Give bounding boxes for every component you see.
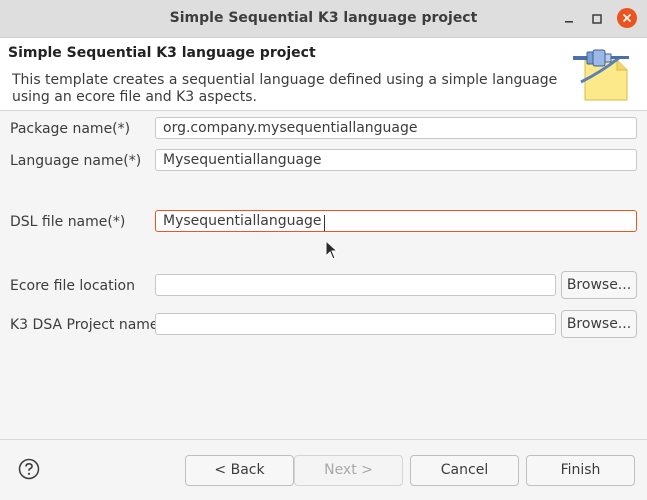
language-name-label: Language name(*) <box>10 153 142 169</box>
package-name-label: Package name(*) <box>10 121 131 137</box>
minimize-icon[interactable] <box>559 9 579 29</box>
package-name-field[interactable] <box>155 117 637 139</box>
wizard-header-description: This template creates a sequential langu… <box>12 72 558 105</box>
window-titlebar: Simple Sequential K3 language project <box>0 0 647 38</box>
cancel-button[interactable]: Cancel <box>410 455 519 486</box>
k3-dsa-project-name-field[interactable] <box>155 313 556 335</box>
mouse-pointer-icon <box>325 240 339 260</box>
ecore-browse-button[interactable]: Browse... <box>561 271 637 299</box>
wizard-header: Simple Sequential K3 language project Th… <box>0 38 647 110</box>
k3-dsa-browse-button[interactable]: Browse... <box>561 310 637 338</box>
ecore-file-location-label: Ecore file location <box>10 278 135 294</box>
window-title: Simple Sequential K3 language project <box>169 10 478 26</box>
next-button[interactable]: Next > <box>294 455 403 486</box>
dsl-file-name-label: DSL file name(*) <box>10 214 126 230</box>
maximize-icon[interactable] <box>587 9 607 29</box>
ecore-file-location-field[interactable] <box>155 274 556 296</box>
dsl-file-name-field[interactable] <box>155 210 637 232</box>
wizard-header-title: Simple Sequential K3 language project <box>8 45 316 61</box>
close-icon[interactable] <box>617 8 637 28</box>
finish-button[interactable]: Finish <box>526 455 635 486</box>
k3-dsa-project-name-label: K3 DSA Project name <box>10 317 159 333</box>
text-caret <box>324 215 325 231</box>
wizard-plugin-icon <box>573 42 635 106</box>
language-name-field[interactable] <box>155 149 637 171</box>
help-icon[interactable] <box>18 458 40 480</box>
back-button[interactable]: < Back <box>185 455 294 486</box>
